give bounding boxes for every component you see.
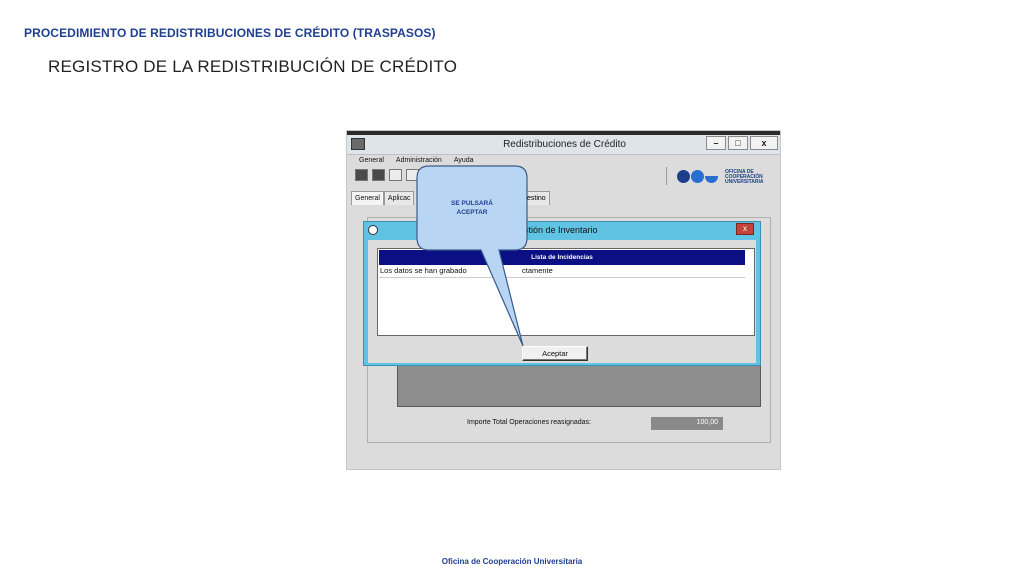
operations-grid	[397, 365, 761, 407]
minimize-button[interactable]: –	[706, 136, 726, 150]
toolbar-divider	[666, 167, 667, 185]
dialog-close-button[interactable]: x	[736, 223, 754, 235]
menu-administracion[interactable]: Administración	[396, 157, 442, 164]
menu-general[interactable]: General	[359, 157, 384, 164]
menu-ayuda[interactable]: Ayuda	[454, 157, 474, 164]
callout-text: SE PULSARÁ ACEPTAR	[451, 200, 493, 216]
close-button[interactable]: x	[750, 136, 778, 150]
dialog-title: stión de Inventario	[524, 225, 598, 235]
total-label: Importe Total Operaciones reasignadas:	[467, 419, 591, 426]
window-titlebar: Redistribuciones de Crédito – □ x	[347, 135, 780, 155]
list-item-text: Los datos se han grabado	[380, 266, 467, 275]
dialog-body: Lista de Incidencias Los datos se han gr…	[368, 240, 756, 363]
tab-aplicaciones[interactable]: Aplicac	[383, 191, 415, 205]
total-value: 100,00	[651, 417, 723, 430]
list-item[interactable]: Los datos se han grabado ctamente	[379, 266, 745, 278]
exit-icon[interactable]	[355, 169, 368, 181]
toolbar	[355, 169, 419, 181]
incidents-list: Lista de Incidencias Los datos se han gr…	[377, 248, 755, 336]
list-item-text-tail: ctamente	[522, 266, 553, 275]
slide: PROCEDIMIENTO DE REDISTRIBUCIONES DE CRÉ…	[0, 0, 1024, 576]
slide-footer: Oficina de Cooperación Universitaria	[441, 557, 583, 566]
menu-bar: General Administración Ayuda	[359, 157, 474, 164]
oficina-logo: OFICINA DE COOPERACIÓN UNIVERSITARIA	[677, 168, 772, 186]
accept-button[interactable]: Aceptar	[522, 346, 588, 361]
slide-heading: PROCEDIMIENTO DE REDISTRIBUCIONES DE CRÉ…	[24, 26, 436, 40]
maximize-button[interactable]: □	[728, 136, 748, 150]
tab-general[interactable]: General	[351, 191, 384, 205]
tab-strip: General Aplicac	[351, 191, 415, 205]
edit-icon[interactable]	[389, 169, 402, 181]
callout-bubble: SE PULSARÁ ACEPTAR	[416, 165, 528, 347]
incidents-list-header: Lista de Incidencias	[379, 250, 745, 265]
slide-subheading: REGISTRO DE LA REDISTRIBUCIÓN DE CRÉDITO	[48, 57, 458, 76]
app-screenshot: Redistribuciones de Crédito – □ x Genera…	[346, 130, 781, 470]
dialog-info-icon	[368, 225, 378, 235]
window-controls: – □ x	[706, 136, 778, 150]
save-icon[interactable]	[372, 169, 385, 181]
